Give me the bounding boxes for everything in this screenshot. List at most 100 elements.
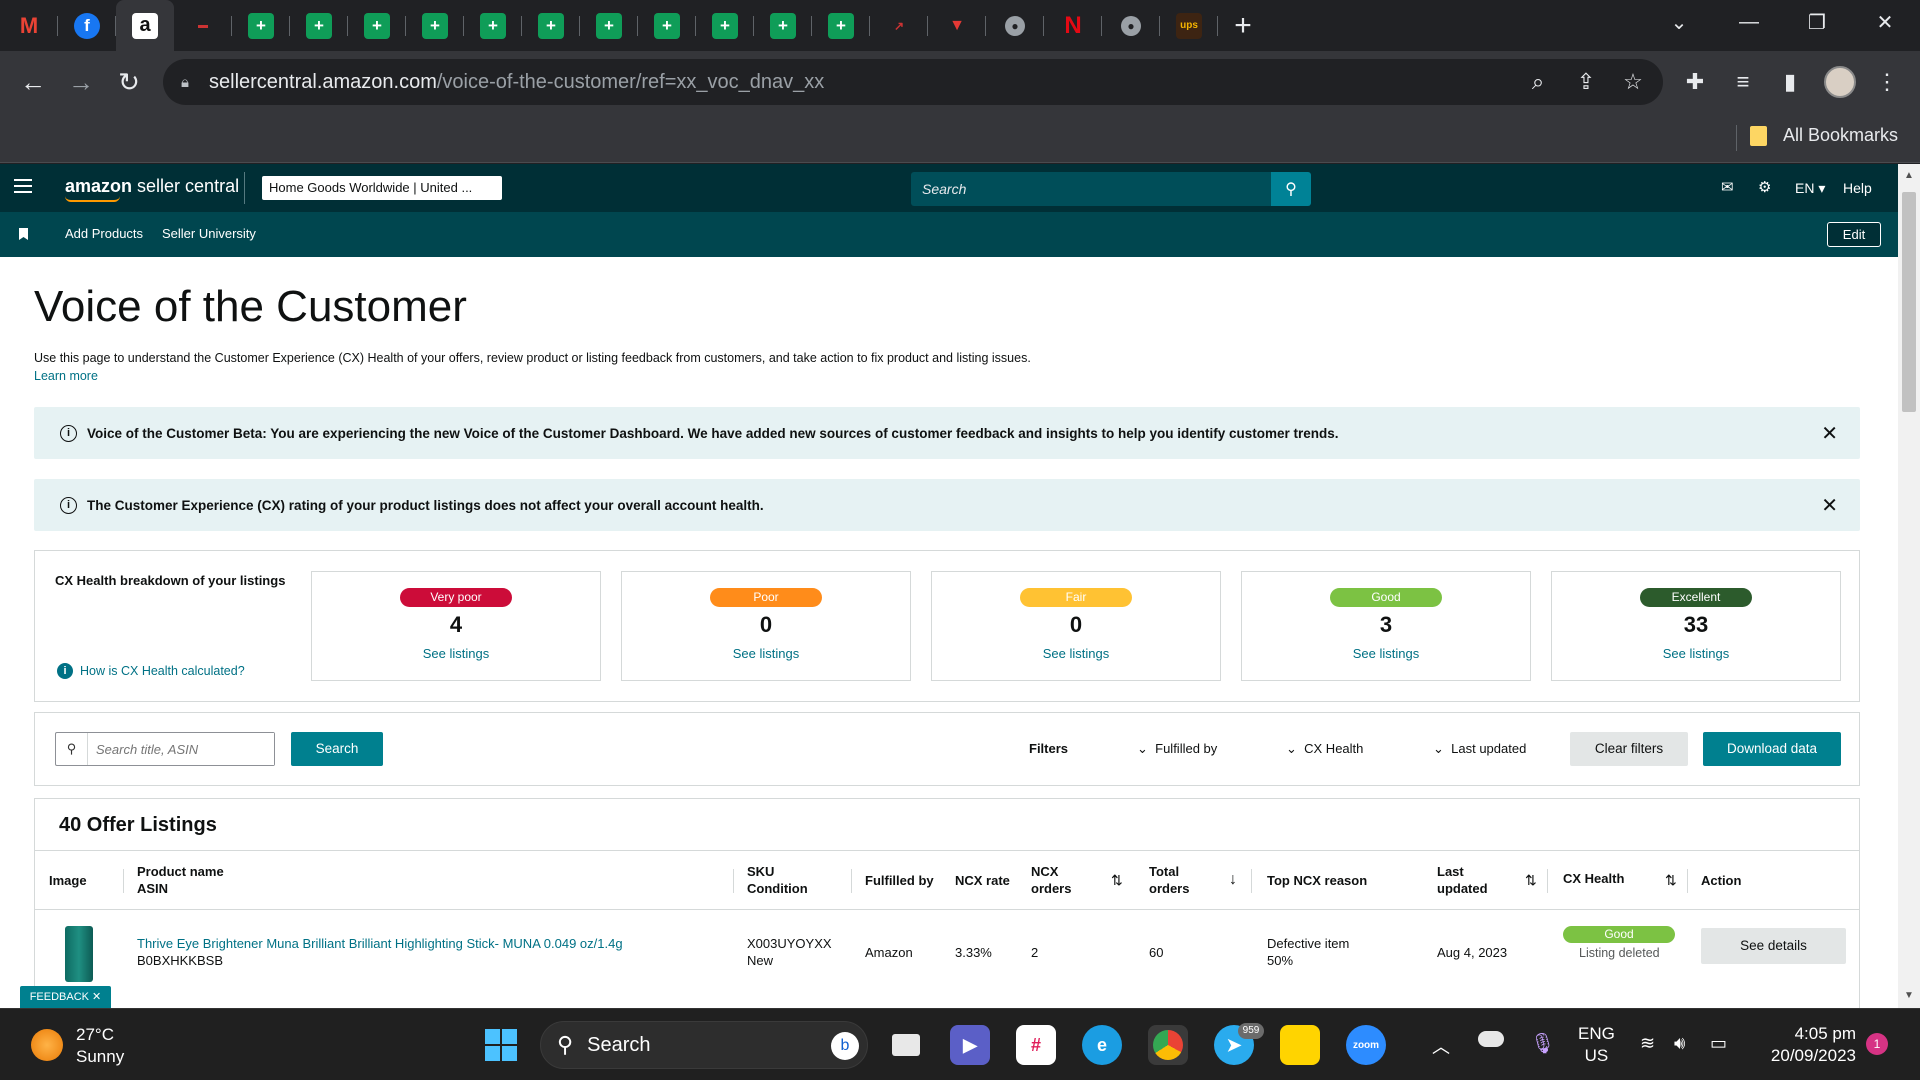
cx-how-link[interactable]: i How is CX Health calculated?: [57, 663, 245, 679]
tab-gmail[interactable]: M: [0, 0, 58, 51]
fulfilled-by-dropdown[interactable]: ⌄ Fulfilled by: [1137, 741, 1217, 757]
reload-button[interactable]: ↻: [110, 63, 148, 101]
listing-search-input[interactable]: [88, 733, 274, 765]
subnav-seller-university[interactable]: Seller University: [162, 226, 256, 241]
header-search-button[interactable]: ⚲: [1271, 172, 1311, 206]
tab-ups[interactable]: ups: [1160, 0, 1218, 51]
product-thumbnail[interactable]: [65, 926, 93, 982]
notification-badge[interactable]: 1: [1866, 1033, 1888, 1055]
zoom-icon[interactable]: zoom: [1346, 1025, 1386, 1065]
tab-chart[interactable]: ↗: [870, 0, 928, 51]
edge-icon[interactable]: e: [1082, 1025, 1122, 1065]
language-indicator[interactable]: ENG US: [1578, 1023, 1615, 1067]
minimize-button[interactable]: —: [1714, 0, 1784, 44]
subnav-add-products[interactable]: Add Products: [65, 226, 143, 241]
tab-sheets-2[interactable]: +: [290, 0, 348, 51]
scroll-down-icon[interactable]: ▼: [1898, 990, 1920, 1001]
extensions-icon[interactable]: ✚: [1680, 69, 1710, 95]
close-icon[interactable]: ✕: [1821, 493, 1838, 518]
sort-desc-icon[interactable]: ↓: [1229, 871, 1237, 889]
seller-central-logo[interactable]: amazon seller central: [65, 176, 239, 202]
see-details-button[interactable]: See details: [1701, 928, 1846, 964]
listing-search-field[interactable]: ⚲: [55, 732, 275, 766]
tab-sheets-5[interactable]: +: [464, 0, 522, 51]
forward-button[interactable]: →: [62, 63, 100, 101]
see-listings-link[interactable]: See listings: [932, 646, 1220, 661]
col-ncx-rate[interactable]: NCX rate: [955, 872, 1010, 889]
col-product[interactable]: Product name ASIN: [137, 863, 224, 897]
learn-more-link[interactable]: Learn more: [34, 369, 98, 383]
col-fulfilled[interactable]: Fulfilled by: [865, 872, 934, 889]
onedrive-icon[interactable]: [1478, 1031, 1504, 1047]
see-listings-link[interactable]: See listings: [1552, 646, 1840, 661]
sun-icon[interactable]: [31, 1029, 63, 1061]
tab-search-button[interactable]: ⌄: [1644, 0, 1714, 44]
teams-icon[interactable]: ▶: [950, 1025, 990, 1065]
media-control-icon[interactable]: ≡: [1728, 69, 1758, 95]
feedback-tab[interactable]: FEEDBACK ✕: [20, 986, 111, 1008]
taskbar-search[interactable]: ⚲ Search b: [540, 1021, 868, 1069]
star-icon[interactable]: ☆: [1618, 69, 1648, 95]
gear-icon[interactable]: ⚙: [1758, 178, 1771, 196]
col-top-reason[interactable]: Top NCX reason: [1267, 872, 1367, 889]
download-data-button[interactable]: Download data: [1703, 732, 1841, 766]
clock[interactable]: 4:05 pm 20/09/2023: [1760, 1023, 1856, 1067]
tab-sheets-8[interactable]: +: [638, 0, 696, 51]
col-total-orders[interactable]: Total orders: [1149, 863, 1189, 897]
sticky-notes-icon[interactable]: [1280, 1025, 1320, 1065]
mail-icon[interactable]: ✉: [1721, 178, 1734, 196]
scroll-up-icon[interactable]: ▲: [1898, 170, 1920, 181]
see-listings-link[interactable]: See listings: [1242, 646, 1530, 661]
tab-amazon-active[interactable]: a: [116, 0, 174, 51]
windows-start-icon[interactable]: [481, 1025, 521, 1065]
tab-facebook[interactable]: f: [58, 0, 116, 51]
zoom-icon[interactable]: ⌕: [1523, 69, 1553, 95]
volume-icon[interactable]: 🔊︎: [1674, 1033, 1685, 1054]
restore-button[interactable]: ❐: [1782, 0, 1852, 44]
share-icon[interactable]: ⇪: [1571, 69, 1601, 95]
sort-icon[interactable]: ⇅: [1111, 872, 1123, 889]
language-selector[interactable]: EN ▾: [1795, 180, 1825, 197]
col-sku[interactable]: SKU Condition: [747, 863, 808, 897]
side-panel-icon[interactable]: ▮: [1775, 69, 1805, 95]
col-cx-health[interactable]: CX Health: [1563, 870, 1624, 887]
see-listings-link[interactable]: See listings: [622, 646, 910, 661]
tab-sheets-6[interactable]: +: [522, 0, 580, 51]
last-updated-dropdown[interactable]: ⌄ Last updated: [1433, 741, 1526, 757]
bing-icon[interactable]: b: [831, 1032, 859, 1060]
help-link[interactable]: Help: [1843, 180, 1872, 196]
weather-widget[interactable]: 27°C Sunny: [76, 1024, 124, 1068]
address-bar[interactable]: 🔒︎ sellercentral.amazon.com/voice-of-the…: [163, 59, 1663, 105]
new-tab-button[interactable]: +: [1218, 9, 1268, 43]
tab-globe-1[interactable]: ●: [986, 0, 1044, 51]
tab-sheets-11[interactable]: +: [812, 0, 870, 51]
profile-avatar[interactable]: [1824, 66, 1856, 98]
product-name-link[interactable]: Thrive Eye Brightener Muna Brilliant Bri…: [137, 935, 623, 952]
scrollbar-thumb[interactable]: [1902, 192, 1916, 412]
microphone-icon[interactable]: 🎙︎: [1530, 1031, 1555, 1056]
tab-sheets-9[interactable]: +: [696, 0, 754, 51]
menu-kebab-icon[interactable]: ⋮: [1872, 69, 1902, 95]
tab-sheets-3[interactable]: +: [348, 0, 406, 51]
see-listings-link[interactable]: See listings: [312, 646, 600, 661]
header-search-input[interactable]: Search: [911, 172, 1271, 206]
slack-icon[interactable]: #: [1016, 1025, 1056, 1065]
close-window-button[interactable]: ✕: [1850, 0, 1920, 44]
listing-search-button[interactable]: Search: [291, 732, 383, 766]
chrome-icon[interactable]: [1148, 1025, 1188, 1065]
tab-sheets-4[interactable]: +: [406, 0, 464, 51]
bookmark-icon[interactable]: [19, 228, 28, 240]
sort-icon[interactable]: ⇅: [1525, 872, 1537, 889]
tab-red[interactable]: ▼: [928, 0, 986, 51]
wifi-icon[interactable]: ≋: [1640, 1033, 1655, 1054]
tab-flag[interactable]: ▬: [174, 0, 232, 51]
tab-globe-2[interactable]: ●: [1102, 0, 1160, 51]
tab-sheets-7[interactable]: +: [580, 0, 638, 51]
clear-filters-button[interactable]: Clear filters: [1570, 732, 1688, 766]
page-scrollbar[interactable]: ▲ ▼: [1898, 164, 1920, 1008]
close-icon[interactable]: ✕: [1821, 421, 1838, 446]
chevron-up-icon[interactable]: ︿: [1432, 1033, 1450, 1059]
col-ncx-orders[interactable]: NCX orders: [1031, 863, 1071, 897]
sort-icon[interactable]: ⇅: [1665, 872, 1677, 889]
all-bookmarks[interactable]: All Bookmarks: [1749, 125, 1898, 146]
